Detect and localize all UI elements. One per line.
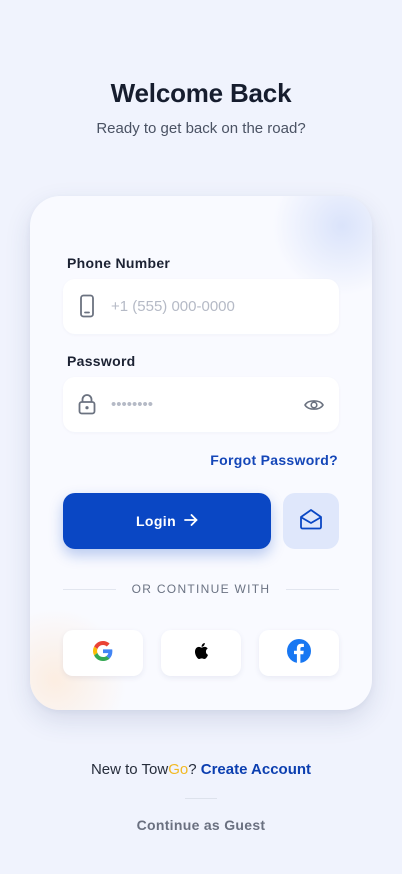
arrow-right-icon [184,513,198,529]
signup-prefix: New to Tow [90,761,169,778]
divider-line [63,588,116,590]
divider-text: OR CONTINUE WITH [131,582,271,596]
brand-accent-text: Go [168,761,189,778]
login-card: Phone Number Password [30,196,372,710]
email-login-button[interactable] [283,493,339,549]
footer-divider [185,798,217,799]
apple-icon [193,642,209,665]
signup-prompt: New to TowGo? Create Account [0,761,402,778]
facebook-login-button[interactable] [259,630,339,676]
apple-login-button[interactable] [161,630,241,676]
login-button[interactable]: Login [63,493,271,549]
password-field[interactable] [63,377,339,432]
lock-icon [77,392,97,416]
page-subtitle: Ready to get back on the road? [96,120,306,137]
google-icon [93,640,113,666]
login-screen: Welcome Back Ready to get back on the ro… [0,0,402,874]
envelope-open-icon [299,508,323,535]
or-divider: OR CONTINUE WITH [63,580,340,598]
signup-qmark: ? [188,761,201,778]
continue-as-guest-link[interactable]: Continue as Guest [0,817,402,833]
google-login-button[interactable] [63,630,143,676]
phone-icon [77,294,97,318]
password-input[interactable] [111,377,291,432]
page-title: Welcome Back [110,78,292,108]
show-password-icon[interactable] [303,394,325,416]
password-label: Password [67,353,136,369]
phone-input[interactable] [111,279,301,334]
login-button-label: Login [135,513,177,529]
phone-field[interactable] [63,279,339,334]
forgot-password-link[interactable]: Forgot Password? [210,452,338,468]
create-account-link[interactable]: Create Account [201,761,311,778]
phone-label: Phone Number [67,255,171,271]
facebook-icon [287,638,311,668]
divider-line [286,588,340,590]
